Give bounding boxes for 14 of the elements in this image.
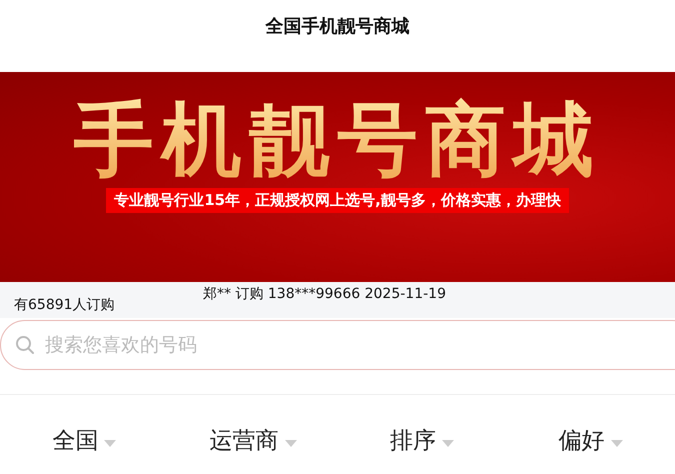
filter-dropdown[interactable]: 全国 xyxy=(0,425,169,456)
order-count: 有65891人订购 xyxy=(14,296,115,314)
filter-dropdown[interactable]: 运营商 xyxy=(168,425,338,456)
caret-icon xyxy=(442,440,454,447)
search-icon xyxy=(15,335,35,355)
caret-icon xyxy=(610,440,623,447)
filter-dropdown[interactable]: 排序 xyxy=(338,425,506,456)
search-field[interactable]: 搜索您喜欢的号码 xyxy=(0,320,675,370)
caret-icon xyxy=(284,440,297,447)
page-title: 全国手机靓号商城 xyxy=(266,15,410,38)
caret-icon xyxy=(104,440,116,447)
filter-dropdown[interactable]: 偏好 xyxy=(506,425,675,456)
banner-slogan: 专业靓号行业15年，正规授权网上选号,靓号多，价格实惠，办理快 xyxy=(106,188,569,213)
latest-order: 郑** 订购 138***99666 2025-11-19 xyxy=(203,285,446,303)
